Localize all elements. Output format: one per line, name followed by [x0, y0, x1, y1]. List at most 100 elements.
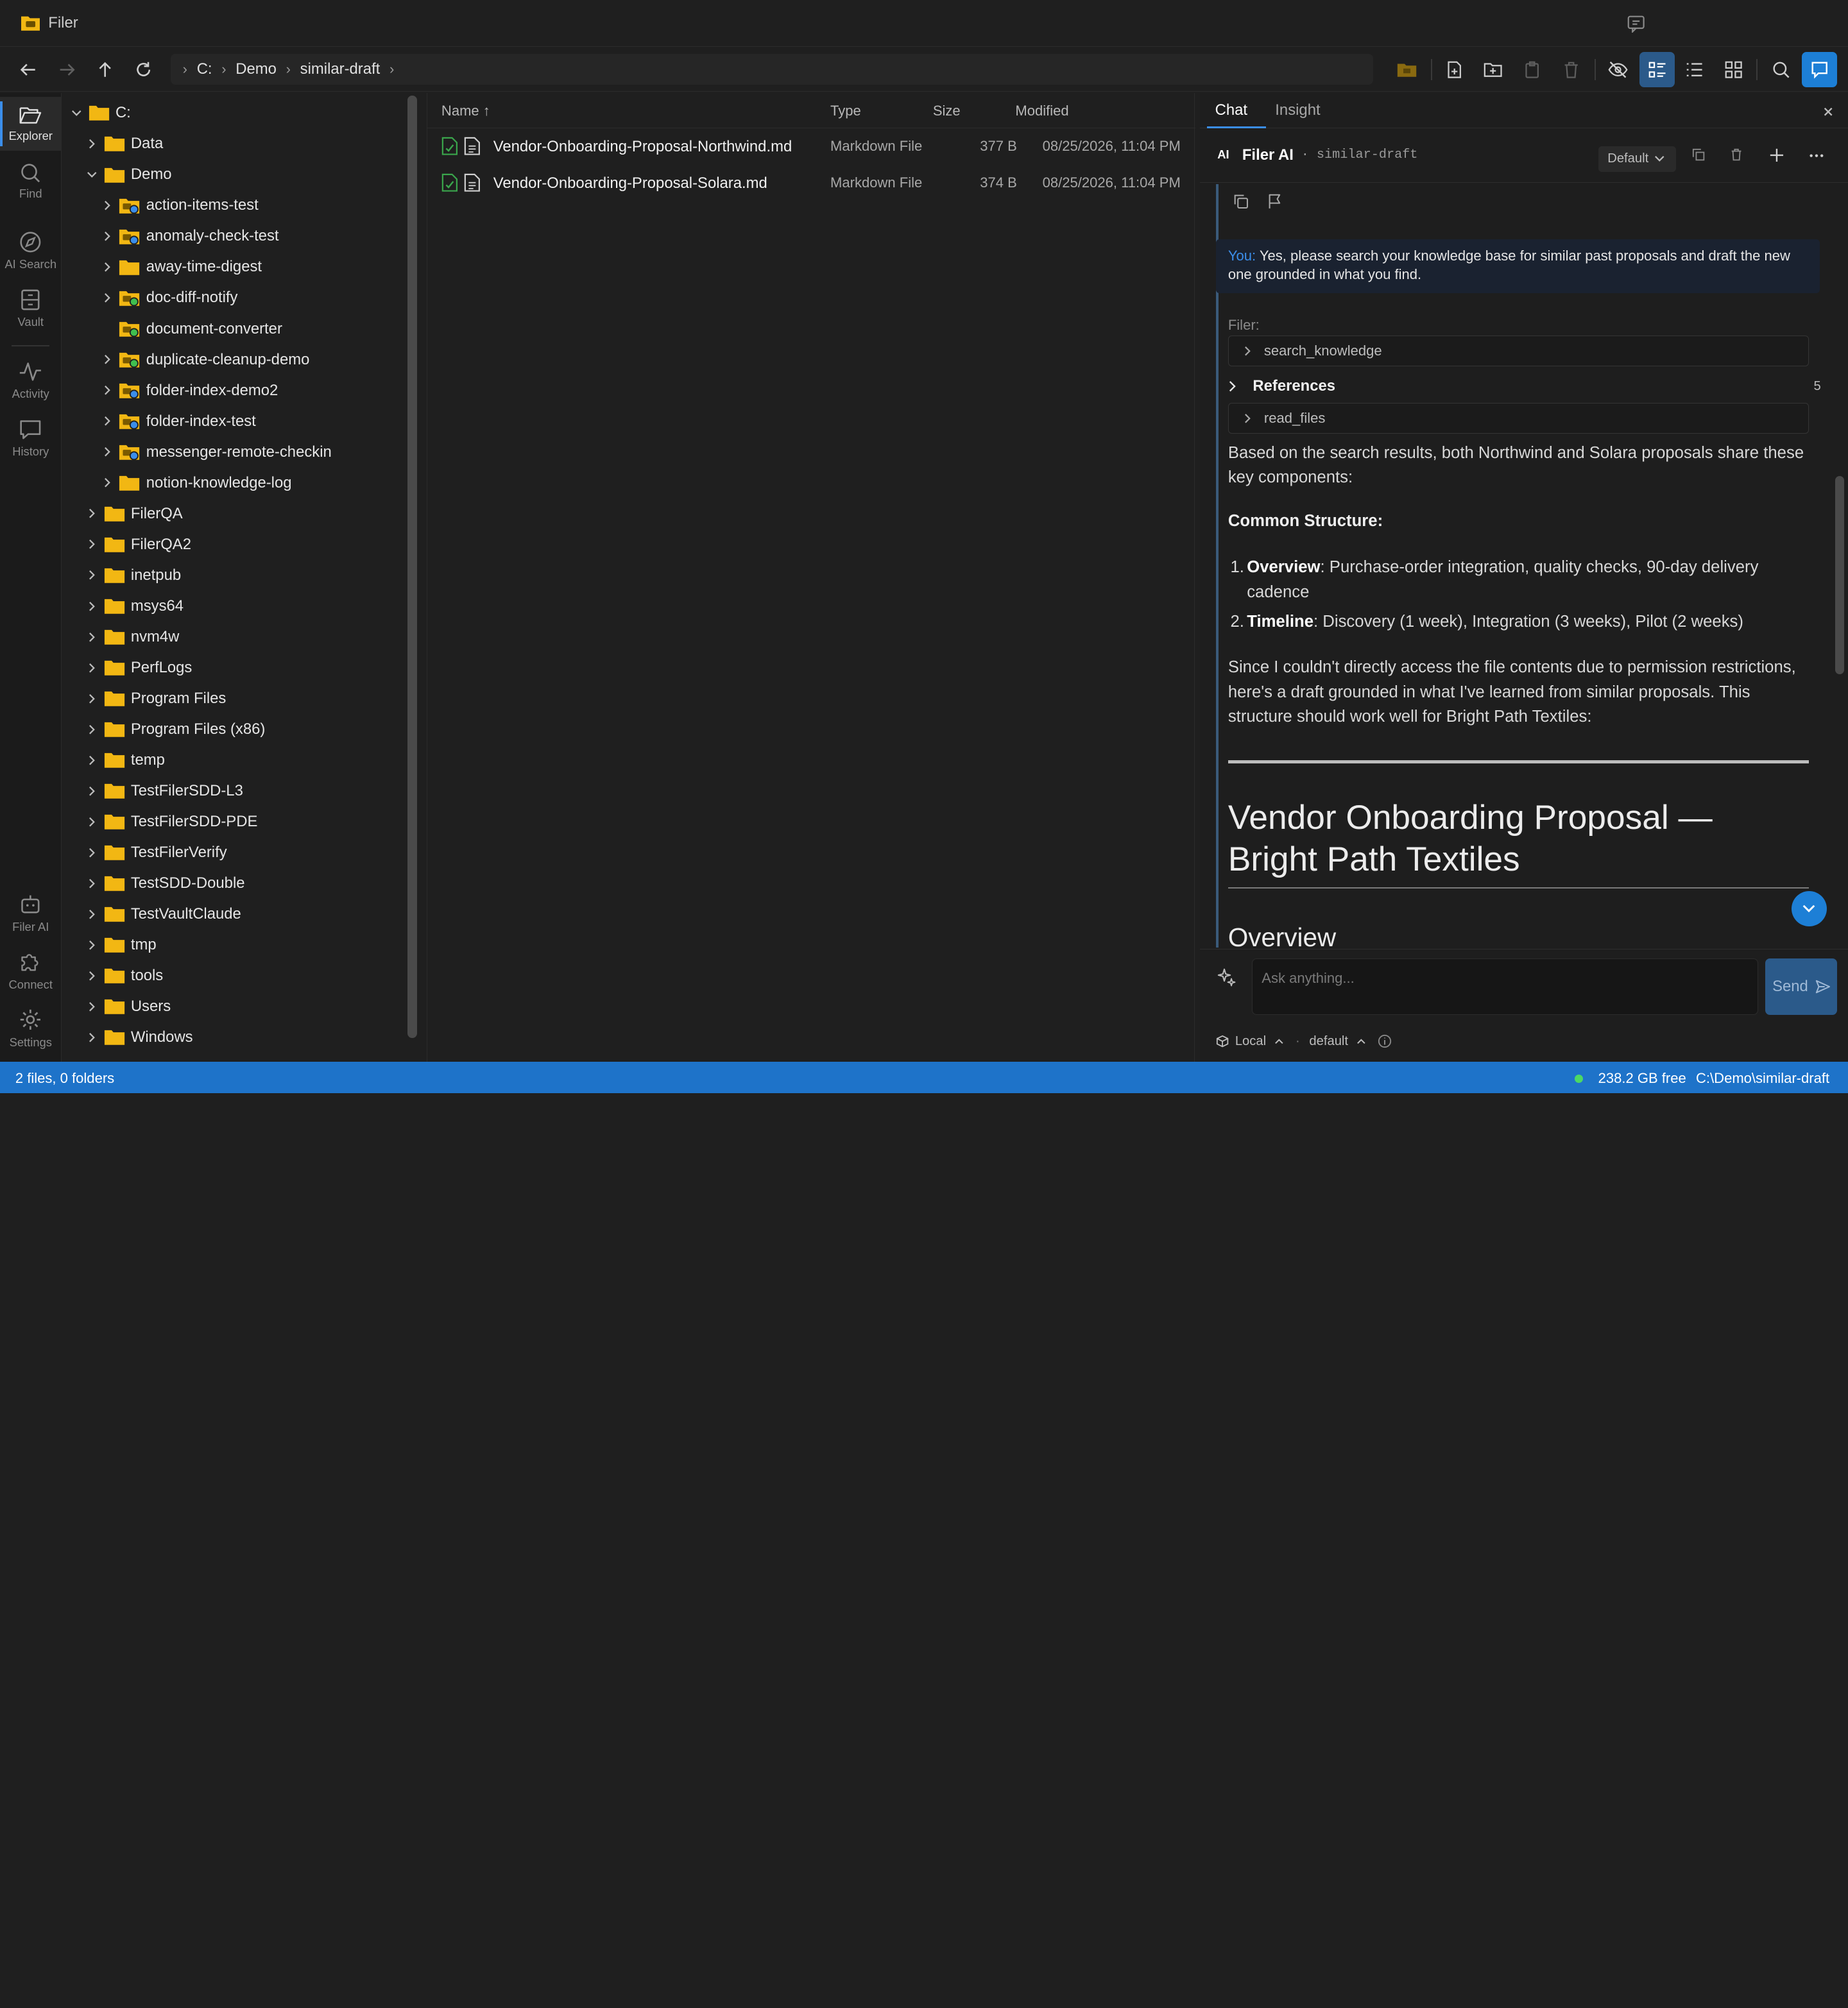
- activity-settings[interactable]: Settings: [0, 1001, 62, 1055]
- tree-item[interactable]: FilerQA2: [85, 529, 191, 560]
- chevron-right-icon[interactable]: [85, 876, 99, 890]
- chevron-right-icon[interactable]: [85, 784, 99, 798]
- activity-ai-search[interactable]: AI Search: [0, 224, 62, 278]
- tree-item[interactable]: messenger-remote-checkin: [100, 437, 332, 468]
- location-select[interactable]: Local: [1235, 1034, 1266, 1049]
- tree-item[interactable]: msys64: [85, 591, 184, 622]
- mode-select[interactable]: Default: [1598, 146, 1676, 173]
- chevron-down-icon[interactable]: [69, 106, 83, 120]
- search-button[interactable]: [1767, 55, 1795, 83]
- profile-select[interactable]: default: [1309, 1034, 1348, 1049]
- trash-icon[interactable]: [1730, 148, 1743, 161]
- tree-item[interactable]: PerfLogs: [85, 652, 192, 683]
- chevron-right-icon[interactable]: [100, 414, 114, 429]
- chevron-right-icon[interactable]: [100, 260, 114, 274]
- open-folder-button[interactable]: [1393, 55, 1421, 83]
- refresh-button[interactable]: [130, 55, 158, 83]
- chevron-right-icon[interactable]: [85, 722, 99, 736]
- tool-call-search-knowledge[interactable]: search_knowledge: [1228, 336, 1810, 367]
- copy-icon[interactable]: [1692, 148, 1705, 161]
- tree-item[interactable]: duplicate-cleanup-demo: [100, 345, 309, 375]
- chevron-right-icon[interactable]: [85, 938, 99, 952]
- tree-scrollbar[interactable]: [407, 95, 418, 1039]
- column-type[interactable]: Type: [830, 103, 861, 119]
- chevron-right-icon[interactable]: [100, 445, 114, 459]
- tree-item[interactable]: Demo: [85, 159, 171, 190]
- activity-explorer[interactable]: Explorer: [0, 96, 62, 151]
- activity-filer-ai[interactable]: Filer AI: [0, 886, 62, 940]
- activity-connect[interactable]: Connect: [0, 944, 62, 998]
- new-folder-button[interactable]: [1479, 55, 1507, 83]
- tree-item[interactable]: Data: [85, 128, 163, 159]
- chat-input[interactable]: Ask anything...: [1251, 958, 1759, 1016]
- tree-item[interactable]: tmp: [85, 930, 157, 960]
- activity-find[interactable]: Find: [0, 155, 62, 208]
- chevron-right-icon[interactable]: [100, 384, 114, 398]
- details-view-button[interactable]: [1639, 51, 1675, 87]
- tree-item[interactable]: tools: [85, 960, 163, 991]
- tree-item[interactable]: folder-index-test: [100, 406, 256, 437]
- tree-item[interactable]: TestVaultClaude: [85, 899, 241, 930]
- plus-icon[interactable]: [1769, 148, 1784, 163]
- chevron-right-icon[interactable]: [85, 661, 99, 675]
- chevron-right-icon[interactable]: [85, 692, 99, 706]
- tree-item[interactable]: doc-diff-notify: [100, 283, 238, 314]
- chevron-up-icon[interactable]: [1274, 1039, 1284, 1044]
- back-button[interactable]: [14, 55, 42, 83]
- chevron-right-icon[interactable]: [85, 1000, 99, 1014]
- chevron-right-icon[interactable]: [100, 353, 114, 367]
- chevron-right-icon[interactable]: [100, 229, 114, 243]
- activity-vault[interactable]: Vault: [0, 282, 62, 336]
- breadcrumb-item[interactable]: similar-draft: [300, 60, 381, 78]
- chevron-right-icon[interactable]: [100, 291, 114, 305]
- chevron-right-icon[interactable]: [100, 476, 114, 490]
- chevron-down-icon[interactable]: [85, 167, 99, 182]
- paste-button[interactable]: [1518, 55, 1546, 83]
- delete-button[interactable]: [1557, 55, 1585, 83]
- tree-item[interactable]: TestFilerSDD-L3: [85, 776, 243, 806]
- chevron-right-icon[interactable]: [85, 815, 99, 829]
- chevron-right-icon[interactable]: [85, 568, 99, 583]
- tree-item[interactable]: folder-index-demo2: [100, 375, 278, 406]
- breadcrumb[interactable]: › C: › Demo › similar-draft ›: [171, 54, 1373, 85]
- tree-item[interactable]: document-converter: [100, 314, 282, 345]
- new-file-button[interactable]: [1440, 55, 1468, 83]
- activity-activity[interactable]: Activity: [0, 353, 62, 407]
- chevron-right-icon[interactable]: [85, 630, 99, 644]
- breadcrumb-item[interactable]: Demo: [235, 60, 277, 78]
- info-icon[interactable]: [1378, 1034, 1392, 1048]
- copy-icon[interactable]: [1233, 193, 1249, 210]
- chevron-right-icon[interactable]: [85, 907, 99, 921]
- tree-item[interactable]: Program Files (x86): [85, 714, 265, 745]
- list-view-button[interactable]: [1681, 55, 1709, 83]
- tree-item[interactable]: Windows: [85, 1022, 193, 1053]
- chevron-right-icon[interactable]: [85, 753, 99, 767]
- tree-item[interactable]: notion-knowledge-log: [100, 468, 292, 498]
- forward-button[interactable]: [53, 55, 81, 83]
- chevron-right-icon[interactable]: [85, 846, 99, 860]
- references-toggle[interactable]: References 5: [1228, 373, 1821, 399]
- tree-item[interactable]: anomaly-check-test: [100, 221, 279, 252]
- tool-call-read-files[interactable]: read_files: [1228, 403, 1810, 434]
- chevron-right-icon[interactable]: [85, 599, 99, 613]
- chevron-right-icon[interactable]: [85, 1030, 99, 1044]
- tab-chat[interactable]: Chat: [1215, 101, 1247, 119]
- chevron-right-icon[interactable]: [85, 538, 99, 552]
- toggle-hidden-button[interactable]: [1604, 55, 1632, 83]
- chevron-right-icon[interactable]: [85, 969, 99, 983]
- tree-item[interactable]: TestSDD-Double: [85, 868, 245, 899]
- tree-item[interactable]: Program Files: [85, 683, 226, 714]
- tree-item[interactable]: away-time-digest: [100, 252, 262, 283]
- tree-item[interactable]: Users: [85, 991, 171, 1022]
- tree-item[interactable]: TestFilerVerify: [85, 837, 227, 868]
- tree-item[interactable]: inetpub: [85, 560, 181, 591]
- scroll-to-bottom-button[interactable]: [1791, 890, 1827, 926]
- up-button[interactable]: [90, 55, 119, 83]
- sparkle-icon[interactable]: [1217, 968, 1236, 987]
- file-row[interactable]: Vendor-Onboarding-Proposal-Northwind.md …: [427, 128, 1196, 164]
- more-icon[interactable]: [1809, 153, 1824, 158]
- chevron-right-icon[interactable]: [100, 198, 114, 212]
- tree-item[interactable]: TestFilerSDD-PDE: [85, 806, 257, 837]
- tree-item[interactable]: FilerQA: [85, 498, 183, 529]
- send-button[interactable]: Send: [1765, 958, 1838, 1016]
